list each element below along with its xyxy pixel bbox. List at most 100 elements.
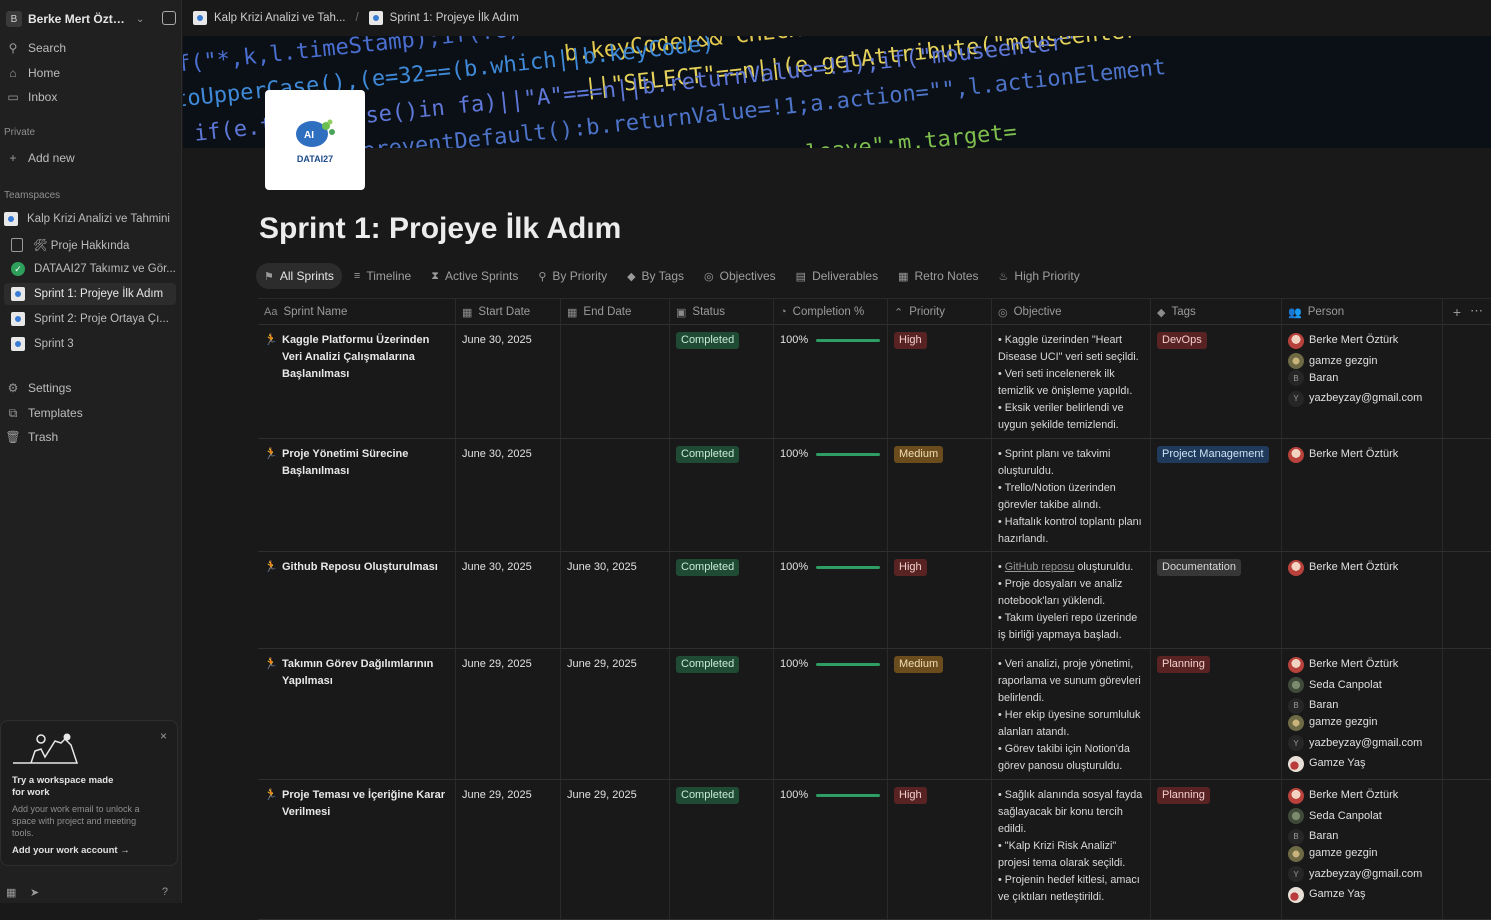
add-work-account-link[interactable]: Add your work account → — [12, 845, 130, 856]
column-header-sprint-name[interactable]: Aa Sprint Name — [258, 299, 456, 325]
objective-cell[interactable]: • Kaggle üzerinden "Heart Disease UCI" v… — [992, 325, 1151, 438]
tab-active-sprints[interactable]: ⧗ Active Sprints — [423, 263, 526, 289]
priority-cell[interactable]: Medium — [888, 439, 992, 551]
sprint-name-cell[interactable]: 🏃 Proje Yönetimi Sürecine Başlanılması — [258, 439, 456, 551]
end-date-cell[interactable] — [561, 439, 670, 551]
objective-cell[interactable]: • Veri analizi, proje yönetimi, raporlam… — [992, 649, 1151, 779]
close-icon[interactable]: × — [160, 729, 167, 743]
status-cell[interactable]: Completed — [670, 649, 774, 779]
column-header-start-date[interactable]: ▦ Start Date — [456, 299, 561, 325]
tags-cell[interactable]: DevOps — [1151, 325, 1282, 438]
tab-high-priority[interactable]: ♨ High Priority — [991, 263, 1088, 289]
sprint-name-cell[interactable]: 🏃 Proje Teması ve İçeriğine Karar Verilme… — [258, 780, 456, 919]
priority-cell[interactable]: High — [888, 552, 992, 648]
more-icon[interactable]: ⋯ — [1470, 303, 1483, 319]
sidebar-item-label: Kalp Krizi Analizi ve Tahmini — [27, 213, 170, 225]
tag-badge: Planning — [1157, 787, 1210, 804]
person-cell[interactable]: Berke Mert Öztürk — [1282, 552, 1443, 648]
start-date-cell[interactable]: June 30, 2025 — [456, 439, 561, 551]
breadcrumb-item-current[interactable]: Sprint 1: Projeye İlk Adım — [368, 11, 519, 25]
tab-by-priority[interactable]: ⚲ By Priority — [530, 263, 615, 289]
column-header-priority[interactable]: ⌃ Priority — [888, 299, 992, 325]
end-date-cell[interactable]: June 29, 2025 — [561, 780, 670, 919]
start-date-cell[interactable]: June 30, 2025 — [456, 552, 561, 648]
tags-cell[interactable]: Project Management — [1151, 439, 1282, 551]
status-cell[interactable]: Completed — [670, 439, 774, 551]
table-row[interactable]: 🏃 Kaggle Platformu Üzerinden Veri Analizi… — [258, 325, 1491, 439]
sidebar-settings[interactable]: ⚙ Settings — [4, 377, 176, 399]
completion-cell[interactable]: 100% — [774, 649, 888, 779]
sidebar-trash[interactable]: 🗑 Trash — [4, 426, 176, 448]
completion-cell[interactable]: 100% — [774, 325, 888, 438]
completion-cell[interactable]: 100% — [774, 780, 888, 919]
column-header-person[interactable]: 👥 Person — [1282, 299, 1443, 325]
tags-cell[interactable]: Planning — [1151, 780, 1282, 919]
person-cell[interactable]: Berke Mert Öztürk — [1282, 439, 1443, 551]
sidebar-home[interactable]: ⌂ Home — [4, 62, 176, 84]
tags-cell[interactable]: Documentation — [1151, 552, 1282, 648]
tab-retro-notes[interactable]: ▦ Retro Notes — [890, 263, 986, 289]
sidebar-templates[interactable]: ⧉ Templates — [4, 402, 176, 424]
column-header-objective[interactable]: ◎ Objective — [992, 299, 1151, 325]
send-icon[interactable]: ➤ — [30, 886, 39, 899]
page-title[interactable]: Sprint 1: Projeye İlk Adım — [259, 212, 621, 246]
sidebar-item-sprint-2[interactable]: Sprint 2: Proje Ortaya Çı... — [4, 308, 176, 330]
start-date-cell[interactable]: June 30, 2025 — [456, 325, 561, 438]
end-date-cell[interactable]: June 29, 2025 — [561, 649, 670, 779]
sidebar-search[interactable]: ⚲ Search — [4, 37, 176, 59]
column-header-completion[interactable]: ◔ Completion % — [774, 299, 888, 325]
table-row[interactable]: 🏃 Proje Teması ve İçeriğine Karar Verilme… — [258, 780, 1491, 920]
person-cell[interactable]: Berke Mert Öztürk Seda Canpolat B Baran ga… — [1282, 780, 1443, 919]
sprint-name-cell[interactable]: 🏃 Github Reposu Oluşturulması — [258, 552, 456, 648]
priority-cell[interactable]: High — [888, 780, 992, 919]
objective-cell[interactable]: • Sağlık alanında sosyal fayda sağlayaca… — [992, 780, 1151, 919]
tab-deliverables[interactable]: ▤ Deliverables — [788, 263, 886, 289]
sidebar-item-takim[interactable]: ✓ DATAAI27 Takımız ve Gör... — [4, 258, 176, 280]
status-cell[interactable]: Completed — [670, 552, 774, 648]
end-date-cell[interactable] — [561, 325, 670, 438]
sidebar-item-sprint-1[interactable]: Sprint 1: Projeye İlk Adım — [4, 283, 176, 305]
start-date-cell[interactable]: June 29, 2025 — [456, 649, 561, 779]
completion-cell[interactable]: 100% — [774, 439, 888, 551]
start-date-cell[interactable]: June 29, 2025 — [456, 780, 561, 919]
workspace-switcher[interactable]: B Berke Mert Öztür... ⌄ — [6, 8, 176, 30]
tags-cell[interactable]: Planning — [1151, 649, 1282, 779]
objective-cell[interactable]: • GitHub reposu oluşturuldu. • Proje dos… — [992, 552, 1151, 648]
sidebar-item-proje-hakkinda[interactable]: 🛠 Proje Hakkında — [4, 234, 176, 256]
page-logo[interactable]: AI DATAI27 — [265, 90, 365, 190]
status-cell[interactable]: Completed — [670, 325, 774, 438]
column-header-end-date[interactable]: ▦ End Date — [561, 299, 670, 325]
table-row[interactable]: 🏃 Proje Yönetimi Sürecine Başlanılması Ju… — [258, 439, 1491, 552]
priority-cell[interactable]: Medium — [888, 649, 992, 779]
objective-cell[interactable]: • Sprint planı ve takvimi oluşturuldu. •… — [992, 439, 1151, 551]
column-header-tags[interactable]: ◆ Tags — [1151, 299, 1282, 325]
table-row[interactable]: 🏃 Github Reposu Oluşturulması June 30, 20… — [258, 552, 1491, 649]
priority-cell[interactable]: High — [888, 325, 992, 438]
sprint-name-cell[interactable]: 🏃 Takımın Görev Dağılımlarının Yapılması — [258, 649, 456, 779]
person-cell[interactable]: Berke Mert Öztürk Seda Canpolat B Baran ga… — [1282, 649, 1443, 779]
tab-objectives[interactable]: ◎ Objectives — [696, 263, 784, 289]
table-row[interactable]: 🏃 Takımın Görev Dağılımlarının Yapılması … — [258, 649, 1491, 780]
sidebar-item-sprint-3[interactable]: Sprint 3 — [4, 333, 176, 355]
completion-cell[interactable]: 100% — [774, 552, 888, 648]
github-repo-link[interactable]: GitHub reposu — [1005, 561, 1075, 573]
chevron-down-icon[interactable]: ⌄ — [136, 14, 144, 25]
person-cell[interactable]: Berke Mert Öztürk gamze gezgin B Baran Yya… — [1282, 325, 1443, 438]
help-icon[interactable]: ? — [162, 886, 168, 898]
sidebar-inbox[interactable]: ▭ Inbox — [4, 86, 176, 108]
end-date-cell[interactable]: June 30, 2025 — [561, 552, 670, 648]
new-page-icon[interactable] — [162, 11, 176, 25]
add-column-icon[interactable]: + — [1453, 304, 1461, 320]
tab-timeline[interactable]: ≡ Timeline — [346, 263, 419, 289]
sidebar-item-kalp-krizi[interactable]: Kalp Krizi Analizi ve Tahmini — [4, 208, 176, 230]
tab-by-tags[interactable]: ◆ By Tags — [619, 263, 692, 289]
sprint-name-cell[interactable]: 🏃 Kaggle Platformu Üzerinden Veri Analizi… — [258, 325, 456, 438]
sidebar-add-new[interactable]: + Add new — [4, 147, 176, 169]
column-header-status[interactable]: ▣ Status — [670, 299, 774, 325]
page-cover[interactable]: :f("*,k,l.timeStamp);if(!c)return;if(c.t… — [183, 36, 1491, 148]
tab-all-sprints[interactable]: ⚑ All Sprints — [256, 263, 342, 289]
calendar-icon[interactable]: ▦ — [6, 886, 16, 899]
breadcrumb-item-teamspace[interactable]: Kalp Krizi Analizi ve Tah... — [193, 11, 345, 25]
column-label: Sprint Name — [283, 306, 348, 318]
status-cell[interactable]: Completed — [670, 780, 774, 919]
